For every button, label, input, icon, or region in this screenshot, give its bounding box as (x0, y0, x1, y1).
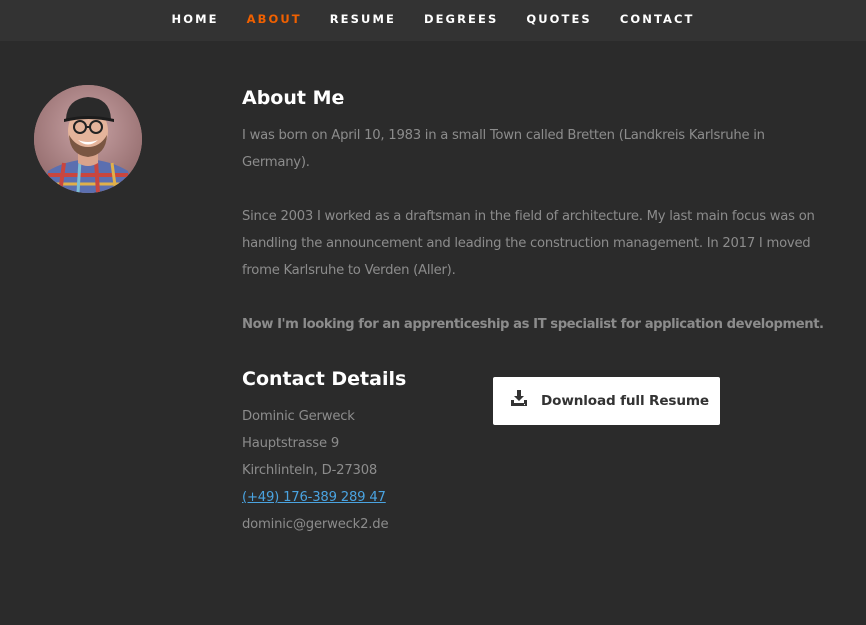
contact-title: Contact Details (242, 368, 407, 390)
profile-avatar (34, 85, 142, 193)
download-resume-button[interactable]: Download full Resume (493, 377, 720, 425)
contact-city: Kirchlinteln, D-27308 (242, 463, 378, 478)
download-resume-label: Download full Resume (541, 393, 709, 409)
main-nav: HOME ABOUT RESUME DEGREES QUOTES CONTACT (0, 0, 866, 38)
nav-quotes[interactable]: QUOTES (526, 12, 591, 26)
contact-phone-row: (+49) 176-389 289 47 (242, 484, 386, 511)
about-paragraph-1: I was born on April 10, 1983 in a small … (242, 128, 765, 170)
nav-home[interactable]: HOME (171, 12, 218, 26)
contact-email: dominic@gerweck2.de (242, 517, 389, 532)
nav-degrees[interactable]: DEGREES (424, 12, 498, 26)
profile-photo (34, 85, 142, 193)
download-icon (511, 390, 527, 406)
nav-resume[interactable]: RESUME (330, 12, 396, 26)
about-title: About Me (242, 87, 345, 109)
top-navbar: HOME ABOUT RESUME DEGREES QUOTES CONTACT (0, 0, 866, 41)
page: HOME ABOUT RESUME DEGREES QUOTES CONTACT (0, 0, 866, 625)
contact-street: Hauptstrasse 9 (242, 436, 340, 451)
about-paragraph-3: Now I'm looking for an apprenticeship as… (242, 317, 824, 332)
contact-name: Dominic Gerweck (242, 409, 355, 424)
about-paragraph-2: Since 2003 I worked as a draftsman in th… (242, 209, 815, 278)
contact-phone-link[interactable]: (+49) 176-389 289 47 (242, 490, 386, 505)
nav-about[interactable]: ABOUT (247, 12, 302, 26)
nav-contact[interactable]: CONTACT (620, 12, 695, 26)
